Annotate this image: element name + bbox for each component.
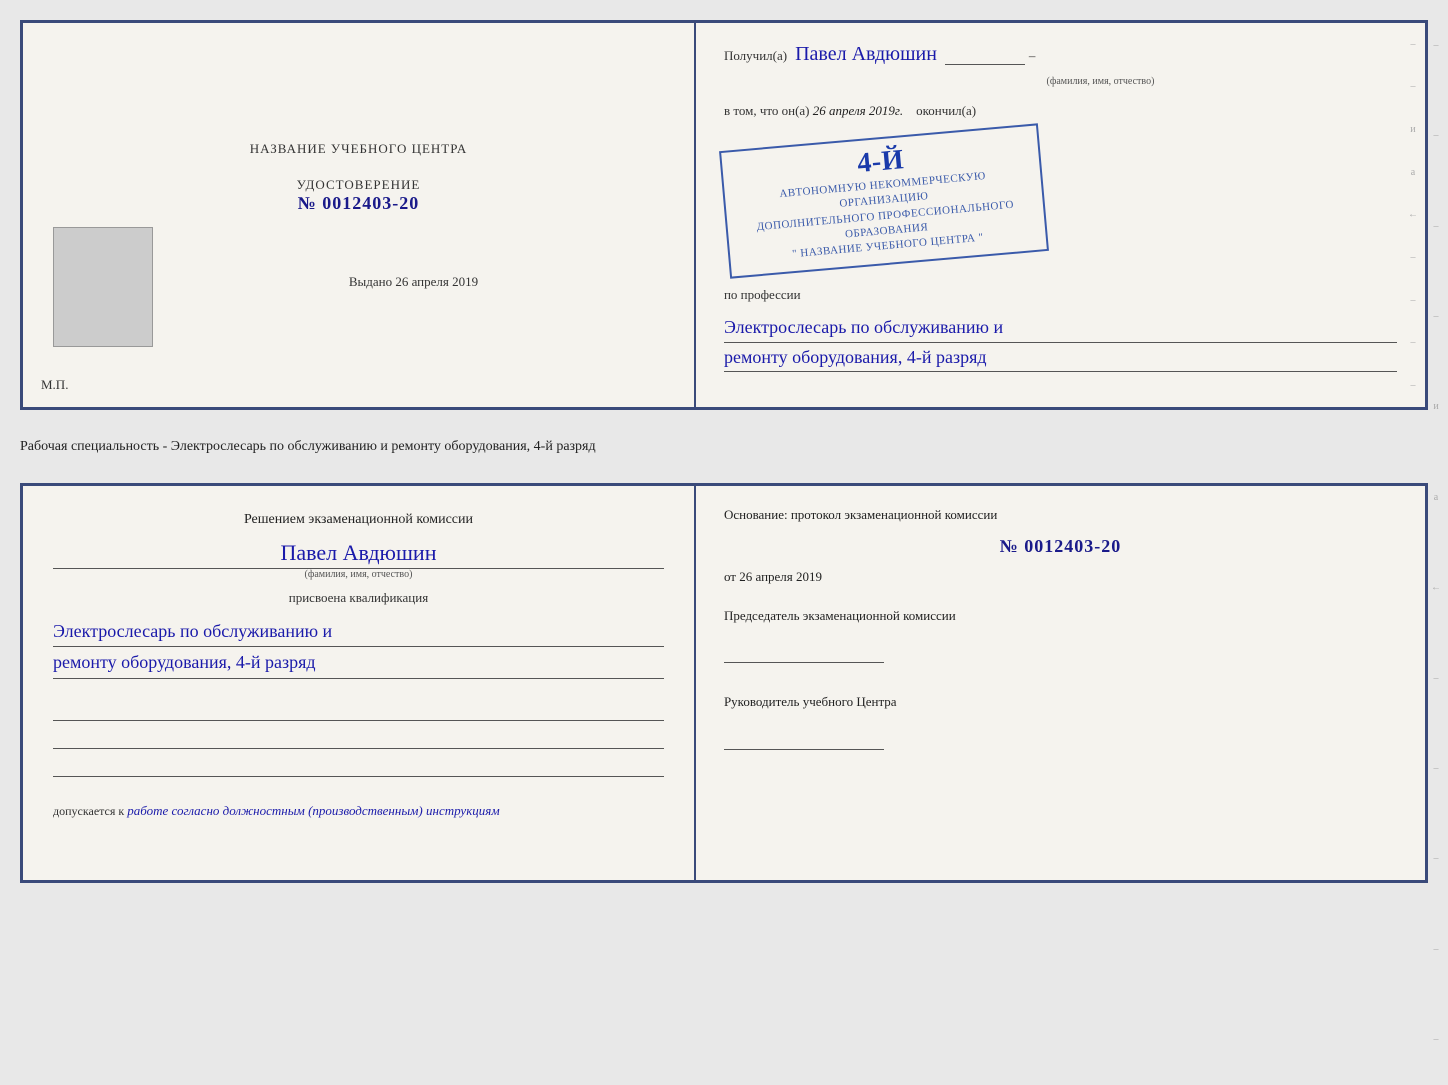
issued-label: Выдано (349, 274, 392, 289)
photo-placeholder (53, 227, 153, 347)
qualification-line2: ремонту оборудования, 4-й разряд (53, 647, 664, 679)
person-name-bottom: Павел Авдюшин (53, 540, 664, 569)
bottom-document: Решением экзаменационной комиссии Павел … (20, 483, 1428, 883)
chairman-block: Председатель экзаменационной комиссии (724, 607, 1397, 671)
protocol-date: 26 апреля 2019 (739, 569, 822, 584)
vtom-line: в том, что он(а) 26 апреля 2019г. окончи… (724, 103, 1397, 119)
qualification-block: Электрослесарь по обслуживанию и ремонту… (53, 616, 664, 679)
dopuskaetsya-text: работе согласно должностным (производств… (127, 803, 499, 818)
osnov-label: Основание: протокол экзаменационной коми… (724, 506, 1397, 524)
fio-label-bottom: (фамилия, имя, отчество) (53, 569, 664, 580)
chairman-sig-line (724, 633, 884, 663)
protocol-date-prefix: от (724, 569, 736, 584)
page-wrapper: НАЗВАНИЕ УЧЕБНОГО ЦЕНТРА УДОСТОВЕРЕНИЕ №… (20, 20, 1428, 883)
vtom-label: в том, что он(а) (724, 103, 810, 118)
director-block: Руководитель учебного Центра (724, 693, 1397, 757)
underline-filler (945, 48, 1025, 65)
profession-label: по профессии (724, 287, 1397, 303)
protocol-number: № 0012403-20 (724, 536, 1397, 557)
commission-title: Решением экзаменационной комиссии (53, 510, 664, 530)
stamp-wrapper: 4-й АВТОНОМНУЮ НЕКОММЕРЧЕСКУЮ ОРГАНИЗАЦИ… (724, 133, 1397, 269)
stamp-block: 4-й АВТОНОМНУЮ НЕКОММЕРЧЕСКУЮ ОРГАНИЗАЦИ… (719, 123, 1049, 278)
received-label: Получил(а) (724, 48, 787, 64)
training-center-title: НАЗВАНИЕ УЧЕБНОГО ЦЕНТРА (250, 141, 467, 157)
profession-line2: ремонту оборудования, 4-й разряд (724, 343, 1397, 373)
assigned-label: присвоена квалификация (53, 590, 664, 606)
sign-line-3 (53, 755, 664, 777)
right-edge-bottom: – – – – и а ← – – – – – (1428, 0, 1444, 1085)
issued-line: Выдано 26 апреля 2019 (239, 274, 478, 290)
vtom-date: 26 апреля 2019г. (813, 103, 903, 118)
qualification-line1: Электрослесарь по обслуживанию и (53, 616, 664, 648)
cert-block: УДОСТОВЕРЕНИЕ № 0012403-20 (297, 177, 421, 214)
top-doc-left: НАЗВАНИЕ УЧЕБНОГО ЦЕНТРА УДОСТОВЕРЕНИЕ №… (23, 23, 696, 407)
bottom-doc-right: Основание: протокол экзаменационной коми… (696, 486, 1425, 880)
cert-label: УДОСТОВЕРЕНИЕ (297, 177, 421, 193)
cert-number: № 0012403-20 (298, 193, 420, 213)
dopuskaetsya-prefix: допускается к (53, 804, 124, 818)
mp-label: М.П. (41, 377, 68, 393)
top-doc-right: Получил(а) Павел Авдюшин – (фамилия, имя… (696, 23, 1425, 407)
person-name-top: Павел Авдюшин (795, 43, 937, 66)
person-block-bottom: Павел Авдюшин (фамилия, имя, отчество) (53, 540, 664, 580)
chairman-label: Председатель экзаменационной комиссии (724, 607, 1397, 625)
right-edge-top: – – и а ← – – – – (1405, 23, 1421, 407)
sign-line-2 (53, 727, 664, 749)
director-label: Руководитель учебного Центра (724, 693, 1397, 711)
okoncil-label: окончил(а) (916, 103, 976, 118)
issued-date: 26 апреля 2019 (395, 274, 478, 289)
middle-text: Рабочая специальность - Электрослесарь п… (20, 428, 1428, 465)
sign-line-1 (53, 699, 664, 721)
dopuskaetsya-block: допускается к работе согласно должностны… (53, 803, 664, 819)
protocol-date-line: от 26 апреля 2019 (724, 569, 1397, 585)
profession-line1: Электрослесарь по обслуживанию и (724, 313, 1397, 343)
top-document: НАЗВАНИЕ УЧЕБНОГО ЦЕНТРА УДОСТОВЕРЕНИЕ №… (20, 20, 1428, 410)
profession-block: Электрослесарь по обслуживанию и ремонту… (724, 313, 1397, 373)
fio-label-top: (фамилия, имя, отчество) (804, 76, 1397, 87)
sign-lines (53, 699, 664, 783)
bottom-doc-left: Решением экзаменационной комиссии Павел … (23, 486, 696, 880)
received-line: Получил(а) Павел Авдюшин – (724, 43, 1397, 66)
director-sig-line (724, 720, 884, 750)
